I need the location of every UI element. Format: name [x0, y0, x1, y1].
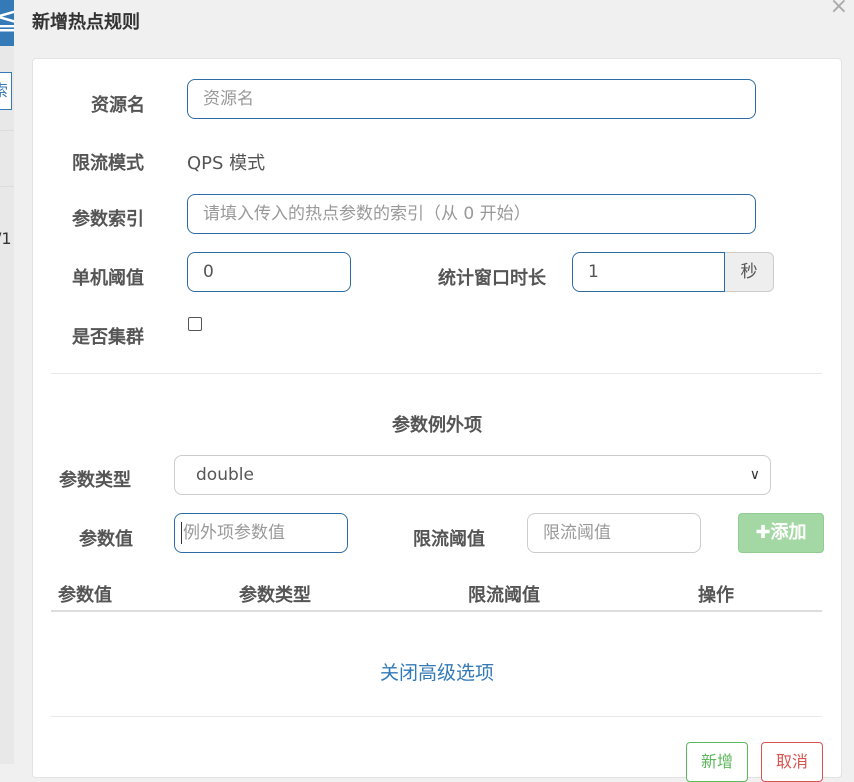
- background-text: /1: [0, 229, 12, 248]
- background-divider: [0, 130, 14, 131]
- limit-label: 限流阈值: [413, 529, 485, 550]
- param-type-selected: double: [196, 465, 254, 485]
- mode-label: 限流模式: [72, 153, 144, 174]
- dialog-title: 新增热点规则: [32, 12, 140, 33]
- table-header-param-value: 参数值: [58, 585, 112, 606]
- cancel-button[interactable]: 取消: [761, 742, 823, 782]
- background-page: ≦ 索 /1: [0, 0, 14, 764]
- table-header-actions: 操作: [698, 585, 734, 606]
- cluster-checkbox[interactable]: [188, 317, 202, 331]
- threshold-input[interactable]: 0: [187, 252, 351, 292]
- hotspot-rule-dialog: 新增热点规则 × 资源名 资源名 限流模式 QPS 模式 参数索引 请填入传入的…: [14, 0, 854, 782]
- background-menu-icon: ≦: [0, 2, 14, 37]
- mode-value: QPS 模式: [187, 153, 266, 174]
- save-button[interactable]: 新增: [686, 742, 748, 782]
- threshold-label: 单机阈值: [72, 268, 144, 289]
- table-header-divider: [51, 610, 822, 612]
- resource-label: 资源名: [91, 95, 145, 116]
- background-search-button: 索: [0, 72, 12, 110]
- section-divider: [51, 373, 822, 374]
- window-input[interactable]: 1: [572, 252, 725, 292]
- exceptions-title: 参数例外项: [392, 415, 482, 436]
- background-divider: [0, 186, 14, 187]
- background-header: ≦: [0, 0, 14, 46]
- table-header-param-type: 参数类型: [239, 585, 311, 606]
- rule-form-panel: 资源名 资源名 限流模式 QPS 模式 参数索引 请填入传入的热点参数的索引（从…: [32, 58, 842, 782]
- window-label: 统计窗口时长: [438, 268, 546, 289]
- table-header-limit: 限流阈值: [468, 585, 540, 606]
- footer-divider: [51, 716, 822, 717]
- param-index-label: 参数索引: [72, 209, 144, 230]
- cluster-label: 是否集群: [72, 327, 144, 348]
- close-icon[interactable]: ×: [830, 0, 848, 19]
- advanced-options-toggle[interactable]: 关闭高级选项: [33, 658, 841, 685]
- param-value-input[interactable]: 例外项参数值: [174, 513, 348, 553]
- text-cursor: [181, 522, 182, 544]
- param-value-label: 参数值: [79, 529, 133, 550]
- param-type-select[interactable]: double ∨: [174, 455, 771, 495]
- add-exception-button[interactable]: ✚添加: [738, 513, 824, 553]
- plus-icon: ✚: [755, 522, 771, 543]
- window-unit-addon: 秒: [725, 252, 774, 292]
- limit-input[interactable]: 限流阈值: [527, 513, 701, 553]
- resource-input[interactable]: 资源名: [187, 79, 756, 119]
- param-type-label: 参数类型: [59, 470, 131, 491]
- param-index-input[interactable]: 请填入传入的热点参数的索引（从 0 开始）: [187, 194, 756, 234]
- chevron-down-icon: ∨: [749, 467, 760, 483]
